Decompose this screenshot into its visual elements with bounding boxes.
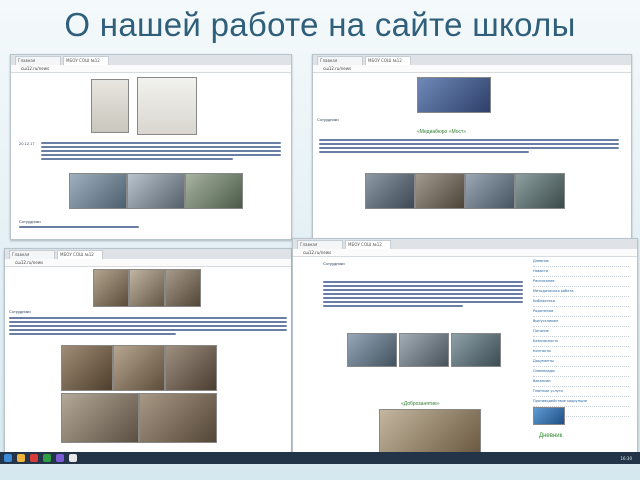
caption: Сотрудники — [323, 261, 345, 266]
browser-icon[interactable] — [30, 454, 38, 462]
news-text — [319, 139, 619, 155]
event-photo — [61, 393, 139, 443]
address-bar[interactable]: сш12.ru/news — [293, 249, 637, 257]
sidebar-item[interactable]: Питание — [533, 327, 629, 337]
browser-tab[interactable]: Главная — [9, 250, 55, 259]
browser-tab[interactable]: Главная — [15, 56, 61, 65]
event-photo — [379, 409, 481, 453]
sidebar-item[interactable]: Выпускникам — [533, 317, 629, 327]
browser-tab-active[interactable]: МБОУ СОШ №12 — [63, 56, 109, 65]
browser-tab-active[interactable]: МБОУ СОШ №12 — [345, 240, 391, 249]
event-photo — [347, 333, 397, 367]
caption: Сотрудники — [9, 309, 31, 314]
page-content: Сотрудники — [5, 267, 291, 453]
taskbar: 16:30 — [0, 452, 640, 464]
address-bar[interactable]: сш12.ru/news — [11, 65, 291, 73]
folder-icon[interactable] — [17, 454, 25, 462]
browser-tab-active[interactable]: МБОУ СОШ №12 — [365, 56, 411, 65]
class-photo — [129, 269, 165, 307]
event-photo — [417, 77, 491, 113]
page-content: 20.12.17 Сотрудники — [11, 73, 291, 239]
class-photo — [93, 269, 129, 307]
section-heading: «Медиабюро «Мост» — [417, 129, 467, 135]
tab-strip: Главная МБОУ СОШ №12 — [293, 239, 637, 249]
address-bar[interactable]: сш12.ru/news — [5, 259, 291, 267]
event-photo — [451, 333, 501, 367]
sidebar-item[interactable]: Безопасность — [533, 337, 629, 347]
page-content: Сотрудники «Медиабюро «Мост» — [313, 73, 631, 239]
app-icon[interactable] — [69, 454, 77, 462]
banner-logo[interactable] — [533, 407, 565, 425]
sidebar-item[interactable]: Контакты — [533, 347, 629, 357]
section-heading: «Доброзанятие» — [401, 401, 440, 407]
browser-window-2: Главная МБОУ СОШ №12 сш12.ru/news Сотруд… — [312, 54, 632, 240]
app-icon[interactable] — [56, 454, 64, 462]
caption: Сотрудники — [317, 117, 339, 122]
news-text — [323, 281, 523, 309]
event-photo — [399, 333, 449, 367]
event-photo — [515, 173, 565, 209]
event-photo — [415, 173, 465, 209]
news-text — [9, 317, 287, 337]
address-bar[interactable]: сш12.ru/news — [313, 65, 631, 73]
class-photo — [165, 269, 201, 307]
conference-photo — [185, 173, 243, 209]
event-photo — [113, 345, 165, 391]
event-photo — [139, 393, 217, 443]
sidebar-item[interactable]: Методическая работа — [533, 287, 629, 297]
conference-photo — [127, 173, 185, 209]
news-text — [41, 142, 281, 162]
browser-tab[interactable]: Главная — [317, 56, 363, 65]
app-icon[interactable] — [43, 454, 51, 462]
meta-line — [19, 226, 139, 230]
sidebar-menu: Дневник Новости Расписание Методическая … — [533, 257, 629, 417]
certificate-photo — [137, 77, 197, 135]
sidebar-item[interactable]: Олимпиады — [533, 367, 629, 377]
news-date: 20.12.17 — [19, 141, 35, 146]
event-photo — [365, 173, 415, 209]
tab-strip: Главная МБОУ СОШ №12 — [5, 249, 291, 259]
sidebar-item[interactable]: Новости — [533, 267, 629, 277]
tab-strip: Главная МБОУ СОШ №12 — [11, 55, 291, 65]
conference-photo — [69, 173, 127, 209]
browser-window-3: Главная МБОУ СОШ №12 сш12.ru/news Сотруд… — [4, 248, 292, 454]
caption: Сотрудники — [19, 219, 41, 224]
slide-title: О нашей работе на сайте школы — [64, 6, 576, 43]
sidebar-item[interactable]: Библиотека — [533, 297, 629, 307]
sidebar-item[interactable]: Вакансии — [533, 377, 629, 387]
sidebar-item[interactable]: Родителям — [533, 307, 629, 317]
clock: 16:30 — [620, 455, 632, 461]
page-content: Сотрудники «Доброзанятие» Дневник Новост… — [293, 257, 637, 453]
sidebar-item[interactable]: Противодействие коррупции — [533, 397, 629, 407]
sidebar-item[interactable]: Дневник — [533, 257, 629, 267]
sidebar-item[interactable]: Платные услуги — [533, 387, 629, 397]
windows-start-icon[interactable] — [4, 454, 12, 462]
browser-tab[interactable]: Главная — [297, 240, 343, 249]
event-photo — [465, 173, 515, 209]
certificate-photo — [91, 79, 129, 133]
event-photo — [61, 345, 113, 391]
sidebar-item[interactable]: Документы — [533, 357, 629, 367]
browser-tab-active[interactable]: МБОУ СОШ №12 — [57, 250, 103, 259]
logo-label[interactable]: Дневник — [539, 433, 562, 439]
browser-window-1: Главная МБОУ СОШ №12 сш12.ru/news 20.12.… — [10, 54, 292, 240]
sidebar-item[interactable]: Расписание — [533, 277, 629, 287]
browser-window-4: Главная МБОУ СОШ №12 сш12.ru/news Сотруд… — [292, 238, 638, 454]
event-photo — [165, 345, 217, 391]
tab-strip: Главная МБОУ СОШ №12 — [313, 55, 631, 65]
